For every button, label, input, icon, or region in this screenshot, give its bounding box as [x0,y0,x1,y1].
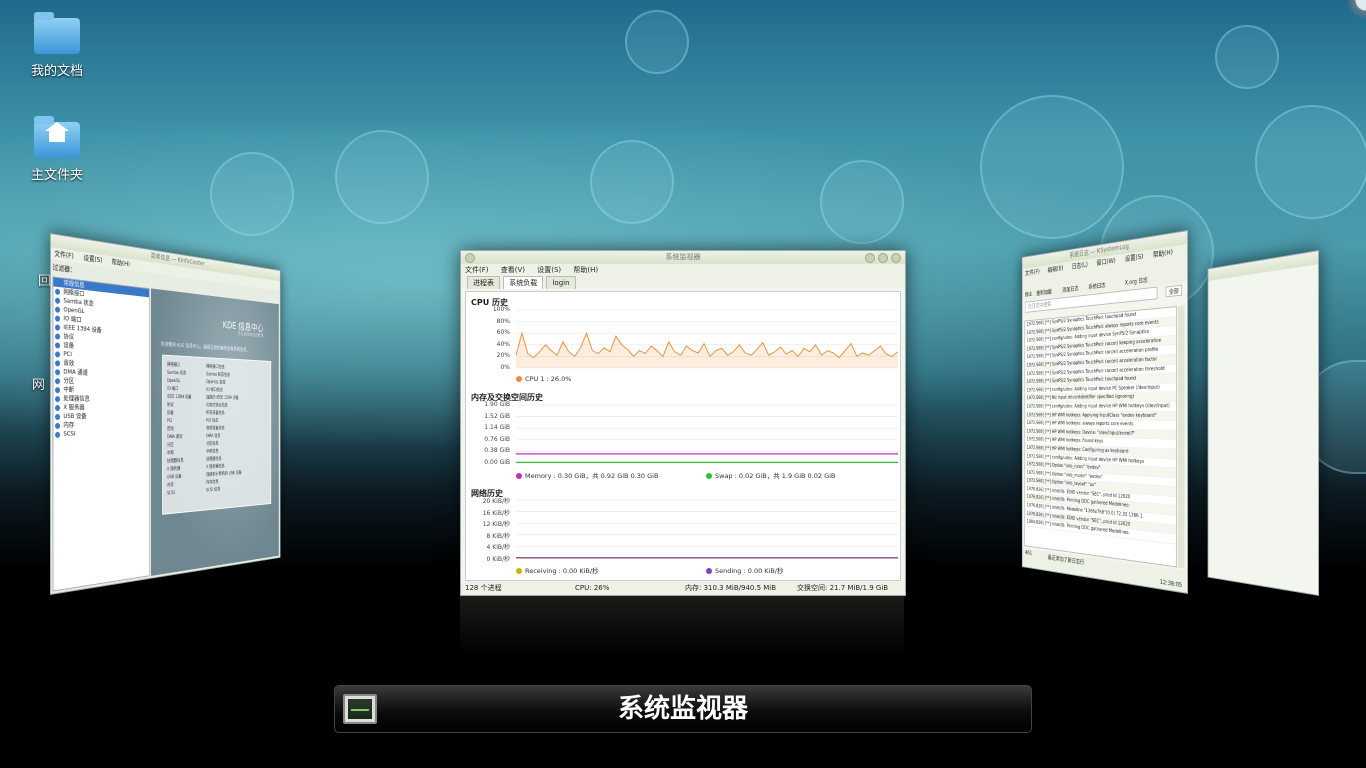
filter-select[interactable]: 全部 [1165,284,1183,298]
kde-info-subtitle: 有关系统的信息概览 [237,331,264,339]
receiving-legend-dot [516,568,522,574]
tab-login[interactable]: login [546,276,576,289]
footer-status: 最近添加了新日志行 [1047,554,1085,567]
menubar: 文件(F) 查看(V) 设置(S) 帮助(H) [461,264,905,276]
filter-label: 过滤器： [52,263,76,275]
window-menu-icon[interactable] [465,253,475,263]
menu-edit[interactable]: 编辑(E) [1048,264,1064,273]
panel-item: 所有设备信息 [206,410,225,416]
panel-item: 设备 [166,410,174,416]
history-graphs [515,309,899,559]
window-titlebar[interactable]: 系统监视器 [461,251,905,264]
module-overview-panel: 网络接口 Samba 状态 OpenGL IO 端口 IEEE 1394 设备 协议 设备 P… [162,354,272,515]
system-load-pane: CPU 历史 内存及交换空间历史 网络历史 100% 80% 60% 40% 20% 0%… [465,291,901,581]
status-memory: 内存: 310.3 MiB/940.5 MiB [685,584,777,592]
window-reflection [460,596,904,656]
window-kinfocenter[interactable]: 菜单信息 — KInfoCenter 文件(F) 设置(S) 帮助(H) 过滤器… [50,233,281,595]
menu-file[interactable]: 文件(F) [54,250,73,261]
menu-file[interactable]: 文件(F) [465,266,489,274]
add-log-button[interactable]: 添加日志 [1062,284,1078,294]
close-icon[interactable] [891,253,901,263]
footer-clock: 12:38:05 [1159,578,1183,590]
desktop-icon-network-partial[interactable]: 网 [32,374,45,393]
menu-log[interactable]: 日志(L) [1072,261,1088,271]
bokeh-bubble [1255,105,1366,219]
xorg-log-button[interactable]: X.org 日志 [1125,275,1148,286]
home-folder-icon [34,116,80,158]
bokeh-bubble [820,160,904,244]
menu-settings[interactable]: 设置(S) [1125,253,1143,263]
menu-help[interactable]: 帮助(H) [112,258,130,268]
status-bar: 128 个进程 CPU: 26% 内存: 310.3 MiB/940.5 MiB… [461,582,905,595]
swap-legend-dot [706,473,712,479]
menu-settings[interactable]: 设置(S) [537,266,561,274]
menu-view[interactable]: 查看(V) [501,266,525,274]
tab-system-load[interactable]: 系统负载 [503,276,544,289]
memory-legend-dot [516,473,522,479]
cpu-legend: CPU 1 : 26.0% [516,375,571,383]
module-tree[interactable]: 常规信息 网络接口 Samba 状态 OpenGL IO 端口 IEEE 1394 设备协… [52,276,150,592]
tab-bar: 进程表 系统负载 login [461,276,905,289]
sending-legend-dot [706,568,712,574]
panel-item: SCSI 信息 [206,486,221,494]
panel-item: 可用的协议信息 [206,402,228,409]
panel-item: IEEE 1394 设备 [166,394,192,401]
stop-button[interactable]: 停止 [1025,290,1032,298]
panel-item: 协议 [166,402,174,408]
system-log-button[interactable]: 系统日志 [1088,280,1105,291]
desktop-icon-documents[interactable]: 我的文档 [12,12,102,79]
window-background-partial[interactable] [1207,250,1319,596]
menu-file[interactable]: 文件(F) [1025,268,1040,277]
maximize-icon[interactable] [878,253,888,263]
corner-hotspot[interactable] [1336,0,1366,20]
bokeh-bubble [980,95,1124,239]
desktop-icon-label: 我的文档 [30,64,83,79]
switcher-window-title: 系统监视器 [617,694,748,724]
bokeh-bubble [590,140,674,224]
window-ksystemlog[interactable]: 系统日志 — KSystemLog 文件(F) 编辑(E) 日志(L) 窗口(W… [1021,230,1188,594]
desktop-icon-label: 主文件夹 [30,168,83,183]
cpu-legend-dot [516,376,522,382]
minimize-icon[interactable] [865,253,875,263]
bokeh-bubble [1215,25,1279,89]
log-list[interactable]: 1972.568] [**] SynPS/2 Synaptics TouchPa… [1024,306,1178,568]
panel-item: SCSI [166,490,175,497]
sending-legend: Sending : 0.00 KiB/秒 [706,565,784,575]
status-swap: 交换空间: 21.7 MiB/1.9 GiB [797,584,889,592]
window-switcher-bar: 系统监视器 [334,685,1032,733]
status-processes: 128 个进程 [465,584,502,592]
memory-legend: Memory : 0.30 GiB，共 0.92 GiB 0.30 GiB [516,470,658,480]
status-cpu: CPU: 26% [575,584,610,592]
bokeh-bubble [335,130,429,224]
bokeh-bubble [625,10,689,74]
folder-icon [34,12,80,54]
welcome-text: 欢迎使用 KDE 信息中心，选择左侧的模块查看系统信息。 [160,341,250,354]
info-content: KDE 信息中心 有关系统的信息概览 欢迎使用 KDE 信息中心，选择左侧的模块… [151,288,279,576]
log-scrollbar[interactable] [1177,305,1185,569]
menu-help[interactable]: 帮助(H) [573,266,598,274]
window-title: 系统监视器 [665,253,701,261]
bokeh-bubble [210,152,294,236]
window-system-monitor[interactable]: 系统监视器 文件(F) 查看(V) 设置(S) 帮助(H) 进程表 系统负载 l… [460,250,906,596]
log-line[interactable]: 1972.568] [**] config/udev: Adding input… [1024,402,1177,412]
menu-help[interactable]: 帮助(H) [1153,248,1173,259]
line-count: 461 [1024,549,1033,557]
menu-settings[interactable]: 设置(S) [84,254,103,264]
reload-button[interactable]: 重新加载 [1036,287,1051,297]
receiving-legend: Receiving : 0.00 KiB/秒 [516,565,599,575]
swap-legend: Swap : 0.02 GiB，共 1.9 GiB 0.02 GiB [706,470,835,480]
tree-item[interactable]: SCSI [53,429,149,439]
desktop-icon-home[interactable]: 主文件夹 [12,116,102,183]
tree-item[interactable]: X 服务器 [53,403,149,412]
tab-process-table[interactable]: 进程表 [467,276,500,289]
